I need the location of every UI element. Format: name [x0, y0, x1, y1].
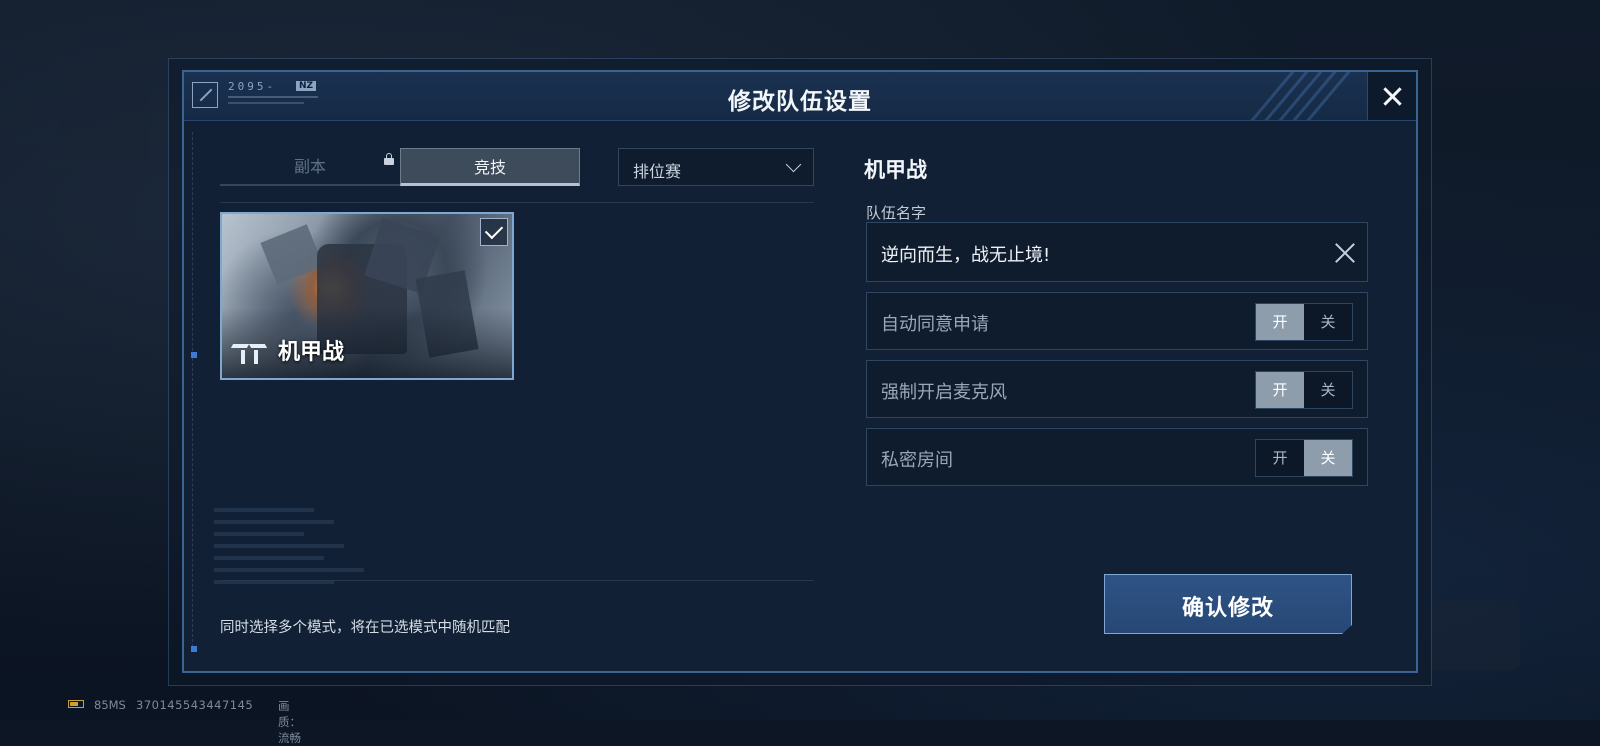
- match-type-value: 排位赛: [633, 162, 682, 181]
- team-name-field[interactable]: 逆向而生，战无止境!: [866, 222, 1368, 282]
- toggle-off-option[interactable]: 关: [1304, 440, 1352, 476]
- battery-icon: [68, 700, 84, 708]
- mode-emblem-icon: [230, 338, 268, 368]
- lock-icon: [384, 153, 394, 165]
- background-panel: [1430, 600, 1520, 670]
- force-mic-toggle[interactable]: 开 关: [1255, 371, 1353, 409]
- decorative-text-lines: [204, 508, 434, 618]
- side-rail: [192, 132, 197, 652]
- team-settings-dialog: 2095- NZ 修改队伍设置 副本 竞技 排位赛 机甲战 同时选择多个模式，将…: [182, 70, 1418, 673]
- team-name-label: 队伍名字: [866, 204, 927, 222]
- setting-private-room: 私密房间 开 关: [866, 428, 1368, 486]
- toggle-off-option[interactable]: 关: [1304, 304, 1352, 340]
- graphics-quality: 画质：流畅: [278, 699, 301, 745]
- setting-force-mic: 强制开启麦克风 开 关: [866, 360, 1368, 418]
- divider: [220, 580, 814, 581]
- setting-label: 私密房间: [881, 450, 953, 471]
- ping-readout: 85MS: [94, 698, 126, 712]
- chevron-down-icon: [785, 156, 802, 173]
- setting-label: 自动同意申请: [881, 314, 989, 335]
- check-icon[interactable]: [480, 218, 508, 246]
- dialog-header: 2095- NZ 修改队伍设置: [184, 72, 1416, 121]
- tab-label: 副本: [293, 157, 326, 176]
- divider: [220, 202, 814, 203]
- multi-mode-hint: 同时选择多个模式，将在已选模式中随机匹配: [220, 620, 510, 636]
- match-type-select[interactable]: 排位赛: [618, 148, 814, 186]
- background-panel: [60, 90, 150, 160]
- toggle-on-option[interactable]: 开: [1256, 372, 1304, 408]
- toggle-off-option[interactable]: 关: [1304, 372, 1352, 408]
- auto-accept-toggle[interactable]: 开 关: [1255, 303, 1353, 341]
- player-uid: 370145543447145: [136, 698, 254, 712]
- setting-auto-accept: 自动同意申请 开 关: [866, 292, 1368, 350]
- tab-fuben[interactable]: 副本: [220, 148, 400, 186]
- mode-card-label: 机甲战: [278, 340, 345, 365]
- toggle-on-option[interactable]: 开: [1256, 304, 1304, 340]
- rail-marker: [191, 646, 197, 652]
- close-button[interactable]: [1367, 72, 1416, 120]
- rail-marker: [191, 352, 197, 358]
- tab-jingji[interactable]: 竞技: [400, 148, 580, 186]
- mode-tab-bar: 副本 竞技: [220, 148, 580, 186]
- tab-label: 竞技: [473, 158, 506, 177]
- team-name-value: 逆向而生，战无止境!: [881, 245, 1051, 266]
- selected-mode-title: 机甲战: [864, 158, 927, 182]
- private-room-toggle[interactable]: 开 关: [1255, 439, 1353, 477]
- confirm-label: 确认修改: [1181, 596, 1274, 621]
- clear-icon[interactable]: [1329, 237, 1361, 269]
- toggle-on-option[interactable]: 开: [1256, 440, 1304, 476]
- dialog-title: 修改队伍设置: [728, 89, 872, 115]
- setting-label: 强制开启麦克风: [881, 382, 1007, 403]
- confirm-button[interactable]: 确认修改: [1104, 574, 1352, 634]
- header-stripes: [1246, 72, 1356, 120]
- mode-card-mecha[interactable]: 机甲战: [220, 212, 514, 380]
